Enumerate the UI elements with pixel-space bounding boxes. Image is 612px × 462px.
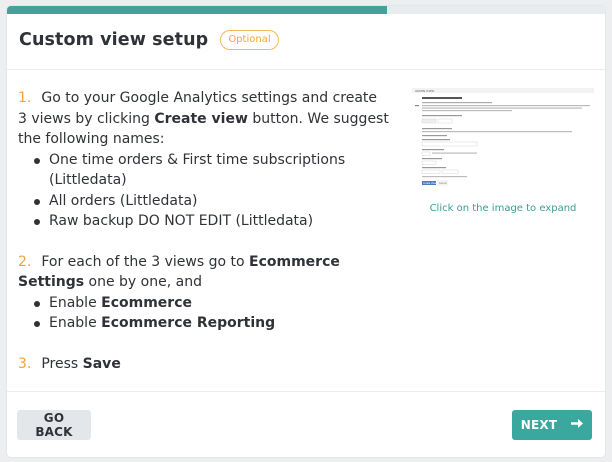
svg-text:USER: USER bbox=[426, 89, 434, 93]
list-item: Enable Ecommerce bbox=[33, 293, 390, 314]
step-2: 2. For each of the 3 views go to Ecommerc… bbox=[18, 252, 390, 293]
progress-bar-fill bbox=[7, 6, 387, 14]
header-divider bbox=[7, 69, 605, 70]
optional-badge: Optional bbox=[220, 30, 279, 50]
card-header: Custom view setup Optional bbox=[19, 30, 279, 50]
step-1: 1. Go to your Google Analytics settings a… bbox=[18, 88, 390, 150]
go-back-button[interactable]: GO BACK bbox=[17, 410, 91, 440]
step-text: For each of the 3 views go to bbox=[41, 253, 250, 270]
svg-text:ADMIN: ADMIN bbox=[415, 89, 425, 93]
ecommerce-list: Enable Ecommerce Enable Ecommerce Report… bbox=[18, 293, 390, 334]
svg-text:Cancel: Cancel bbox=[439, 182, 447, 185]
svg-text:Create View: Create View bbox=[423, 182, 436, 185]
thumbnail-image: ADMIN USER Create View Cancel bbox=[412, 88, 594, 194]
step-text: one by one, and bbox=[84, 274, 202, 290]
step-number: 2. bbox=[18, 253, 32, 270]
arrow-right-icon bbox=[571, 417, 584, 433]
step-bold: Save bbox=[82, 355, 121, 372]
step-3: 3. Press Save bbox=[18, 354, 390, 375]
thumbnail-caption: Click on the image to expand bbox=[429, 203, 577, 214]
settings-screenshot-thumbnail[interactable]: ADMIN USER Create View Cancel bbox=[412, 88, 594, 194]
step-text: Press bbox=[41, 355, 83, 372]
list-item: One time orders & First time subscriptio… bbox=[33, 150, 390, 191]
setup-card: Custom view setup Optional 1. Go to your … bbox=[7, 6, 605, 457]
step-number: 3. bbox=[18, 355, 32, 372]
progress-bar bbox=[7, 6, 605, 14]
view-name-list: One time orders & First time subscriptio… bbox=[18, 150, 390, 232]
list-item: Enable Ecommerce Reporting bbox=[33, 313, 390, 334]
instructions: 1. Go to your Google Analytics settings a… bbox=[18, 88, 390, 374]
step-bold: Create view bbox=[154, 110, 248, 127]
footer-divider bbox=[7, 391, 605, 392]
next-label: NEXT bbox=[520, 418, 558, 432]
step-number: 1. bbox=[18, 90, 32, 106]
list-item: All orders (Littledata) bbox=[33, 191, 390, 212]
page-title: Custom view setup bbox=[19, 30, 209, 50]
list-item: Raw backup DO NOT EDIT (Littledata) bbox=[33, 211, 390, 232]
next-button[interactable]: NEXT bbox=[512, 410, 592, 440]
